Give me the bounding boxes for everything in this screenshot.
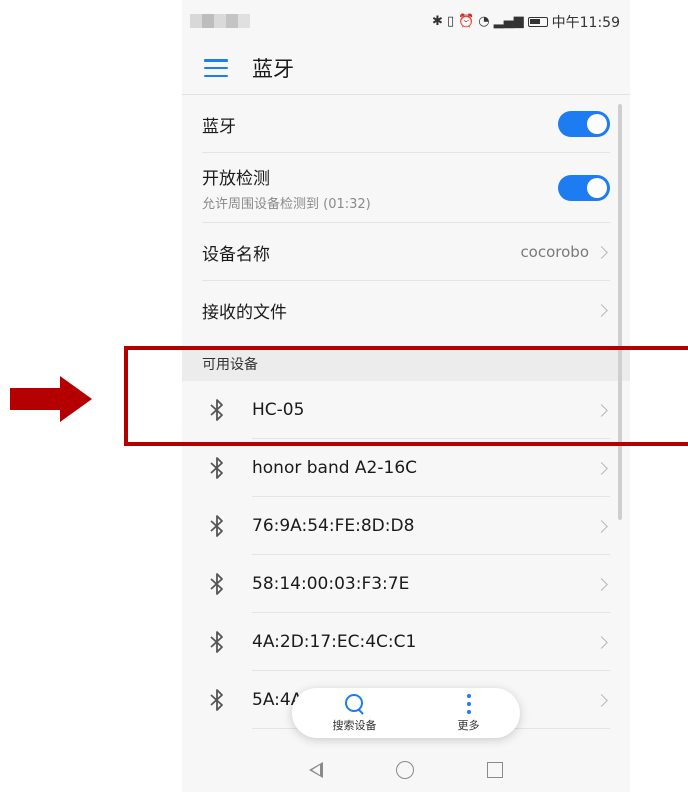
chevron-right-icon <box>595 303 608 317</box>
bluetooth-icon <box>206 570 228 598</box>
bluetooth-icon: ✱ <box>432 14 443 29</box>
device-item[interactable]: 58:14:00:03:F3:7E <box>182 555 630 613</box>
device-name-label: 设备名称 <box>202 244 270 265</box>
more-label: 更多 <box>457 719 480 732</box>
more-vertical-icon <box>466 693 471 715</box>
search-devices-label: 搜索设备 <box>332 719 377 732</box>
discoverable-label: 开放检测 <box>202 169 270 189</box>
home-icon[interactable] <box>395 761 414 779</box>
bluetooth-toggle[interactable] <box>558 111 610 137</box>
search-icon <box>344 693 366 715</box>
device-item[interactable]: honor band A2-16C <box>182 439 630 497</box>
device-item[interactable]: 4A:2D:17:EC:4C:C1 <box>182 613 630 671</box>
received-files-label: 接收的文件 <box>202 302 287 323</box>
received-files-row[interactable]: 接收的文件 <box>182 281 630 339</box>
status-icons: ✱ ▯ ⏰ ◔ ▂▄▆ 中午11:59 <box>432 12 620 32</box>
chevron-right-icon <box>595 461 608 475</box>
device-name: 4A:2D:17:EC:4C:C1 <box>252 632 417 652</box>
annotation-arrow-icon <box>10 376 92 422</box>
page-title: 蓝牙 <box>252 57 294 81</box>
discoverable-toggle-row[interactable]: 开放检测 允许周围设备检测到 (01:32) <box>182 153 630 223</box>
chevron-right-icon <box>595 245 608 259</box>
system-nav-bar <box>182 748 630 792</box>
bluetooth-icon <box>206 512 228 540</box>
discoverable-toggle[interactable] <box>558 175 610 201</box>
status-time: 中午11:59 <box>551 15 620 31</box>
device-item[interactable]: 76:9A:54:FE:8D:D8 <box>182 497 630 555</box>
bluetooth-icon <box>206 686 228 714</box>
chevron-right-icon <box>595 577 608 591</box>
recent-apps-icon[interactable] <box>487 762 504 778</box>
back-icon[interactable] <box>308 762 323 778</box>
bluetooth-toggle-row[interactable]: 蓝牙 <box>182 95 630 153</box>
discoverable-subtitle: 允许周围设备检测到 (01:32) <box>202 197 371 212</box>
device-name: 76:9A:54:FE:8D:D8 <box>252 516 415 536</box>
vibrate-icon: ▯ <box>446 14 455 29</box>
device-name: 58:14:00:03:F3:7E <box>252 574 410 594</box>
menu-icon[interactable] <box>204 59 228 77</box>
device-name-row[interactable]: 设备名称 cocorobo <box>182 223 630 281</box>
annotation-highlight-box <box>124 346 688 446</box>
bluetooth-icon <box>206 454 228 482</box>
bluetooth-label: 蓝牙 <box>202 116 236 137</box>
alarm-icon: ⏰ <box>458 14 475 29</box>
chevron-right-icon <box>595 519 608 533</box>
carrier-blurred <box>190 14 250 28</box>
device-name: honor band A2-16C <box>252 458 418 478</box>
more-button[interactable]: 更多 <box>458 693 480 733</box>
device-name-value: cocorobo <box>520 243 589 261</box>
chevron-right-icon <box>595 635 608 649</box>
signal-icon: ▂▄▆ <box>493 14 524 29</box>
bluetooth-icon <box>206 628 228 656</box>
status-bar: ✱ ▯ ⏰ ◔ ▂▄▆ 中午11:59 <box>182 0 630 42</box>
chevron-right-icon <box>595 693 608 707</box>
wifi-icon: ◔ <box>478 14 490 29</box>
bottom-action-bar: 搜索设备 更多 <box>292 688 520 738</box>
battery-icon <box>527 17 548 27</box>
scrollbar[interactable] <box>618 104 622 520</box>
app-bar: 蓝牙 <box>182 42 630 94</box>
search-devices-button[interactable]: 搜索设备 <box>333 693 377 733</box>
